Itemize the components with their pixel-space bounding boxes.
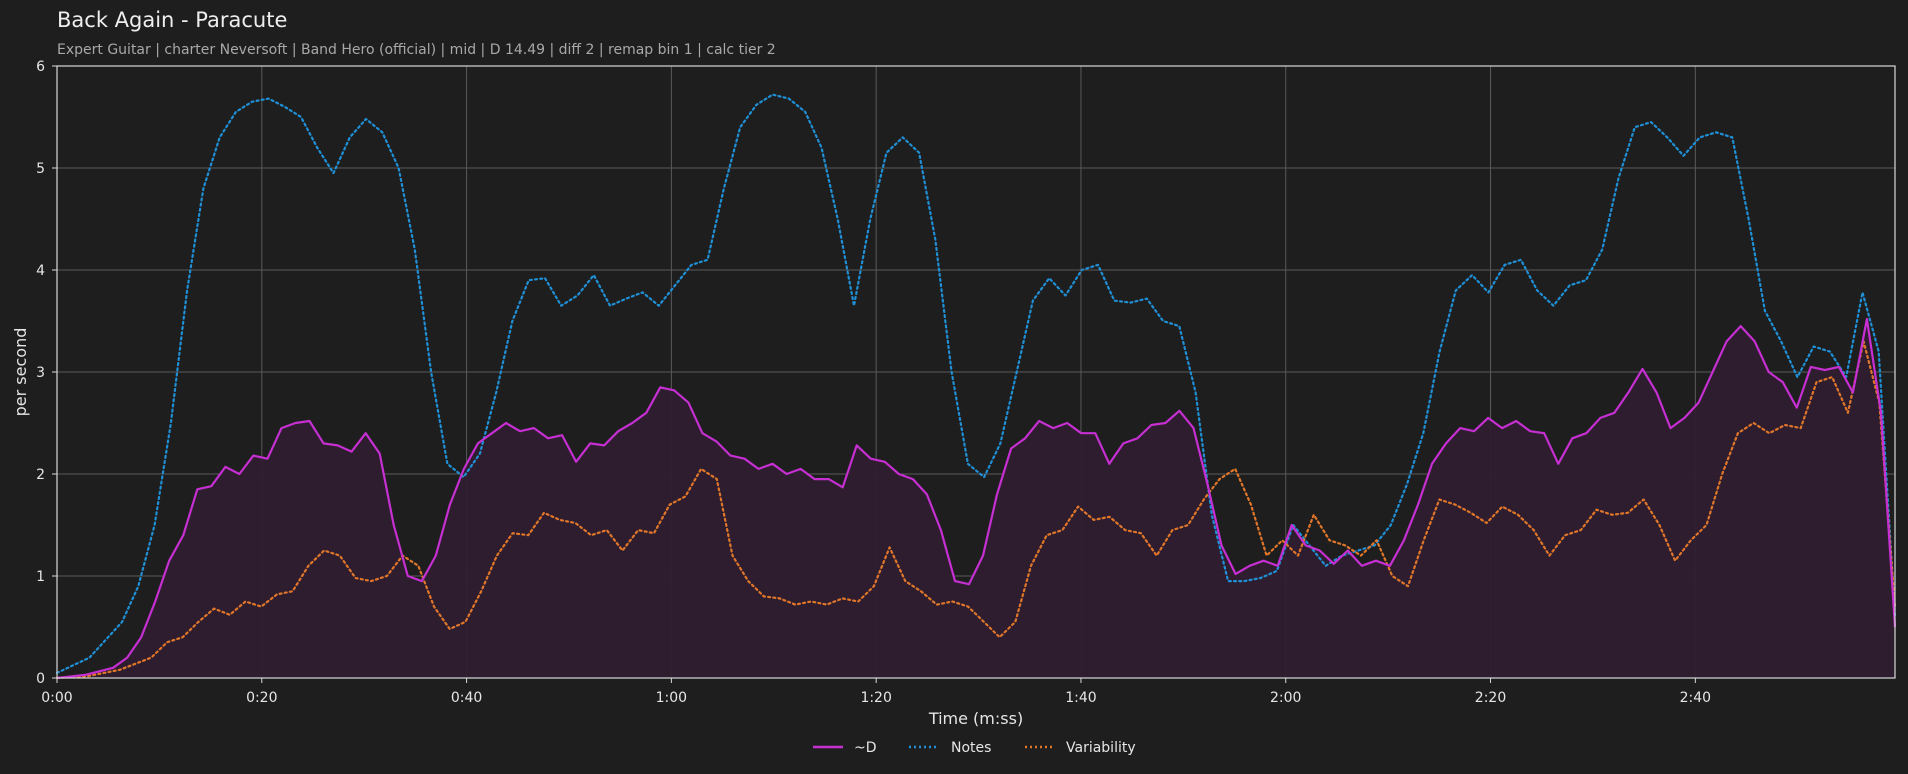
legend-label-notes: Notes [951,740,991,756]
x-tick-label: 2:40 [1680,690,1711,706]
y-tick-label: 2 [36,467,45,483]
x-tick-label: 2:00 [1270,690,1301,706]
chart-title: Back Again - Paracute [57,8,287,32]
legend-item-notes: Notes [909,740,991,756]
legend: ~D Notes Variability [813,740,1136,756]
y-axis-label: per second [11,328,30,417]
chart-subtitle: Expert Guitar | charter Neversoft | Band… [57,42,776,58]
x-tick-label: 2:20 [1475,690,1506,706]
y-tick-label: 0 [36,671,45,687]
x-axis-ticks: 0:00 0:20 0:40 1:00 1:20 1:40 2:00 2:20 2:40 [41,678,1711,706]
x-tick-label: 0:20 [246,690,277,706]
legend-item-variability: Variability [1025,740,1136,756]
plot-area: 0:00 0:20 0:40 1:00 1:20 1:40 2:00 2:20 2:40 0 1 2… [36,59,1897,706]
legend-label-d: ~D [854,740,877,756]
chart: Back Again - Paracute Expert Guitar | ch… [11,8,1897,756]
x-tick-label: 1:20 [860,690,891,706]
x-axis-label: Time (m:ss) [928,709,1023,728]
x-tick-label: 1:40 [1065,690,1096,706]
x-tick-label: 1:00 [656,690,687,706]
x-tick-label: 0:40 [451,690,482,706]
y-tick-label: 5 [36,161,45,177]
y-tick-label: 6 [36,59,45,75]
y-axis-ticks: 0 1 2 3 4 5 6 [36,59,57,687]
y-tick-label: 3 [36,365,45,381]
y-tick-label: 4 [36,263,45,279]
legend-label-variability: Variability [1066,740,1136,756]
legend-item-d: ~D [813,740,877,756]
x-tick-label: 0:00 [41,690,72,706]
y-tick-label: 1 [36,569,45,585]
